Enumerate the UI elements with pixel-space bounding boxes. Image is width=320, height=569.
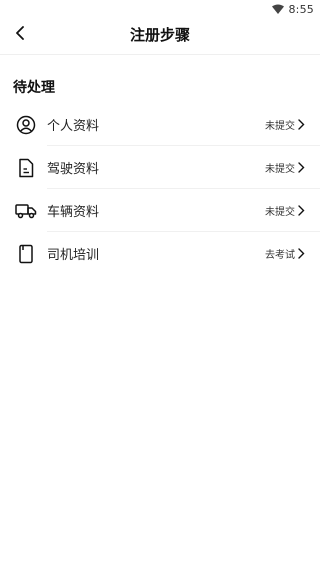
truck-icon [15,200,37,222]
list-item-personal-info[interactable]: 个人资料 未提交 [0,103,320,146]
list-item-vehicle-info[interactable]: 车辆资料 未提交 [0,189,320,232]
wifi-icon [272,4,285,14]
chevron-right-icon [298,119,308,131]
document-icon [15,157,37,179]
item-status: 未提交 [265,121,295,132]
item-status: 未提交 [265,164,295,175]
item-label: 驾驶资料 [47,162,100,177]
item-label: 车辆资料 [47,205,100,220]
item-label: 司机培训 [47,248,100,263]
chevron-left-icon [15,25,25,44]
list-item-driver-training[interactable]: 司机培训 去考试 [0,232,320,275]
item-status: 未提交 [265,207,295,218]
item-label: 个人资料 [47,119,100,134]
chevron-right-icon [298,248,308,260]
chevron-right-icon [298,162,308,174]
item-status: 去考试 [265,250,295,261]
section-title: 待处理 [13,80,55,96]
chevron-right-icon [298,205,308,217]
back-button[interactable] [10,24,30,44]
status-bar: 8:55 [0,0,320,18]
list-item-driving-info[interactable]: 驾驶资料 未提交 [0,146,320,189]
book-icon [15,243,37,265]
user-circle-icon [15,114,37,136]
steps-list: 个人资料 未提交 驾驶资料 未提交 车辆资料 未提交 司机培训 去考试 [0,103,320,275]
page-title: 注册步骤 [129,25,190,44]
app-bar: 注册步骤 [0,18,320,50]
status-time: 8:55 [288,2,314,16]
